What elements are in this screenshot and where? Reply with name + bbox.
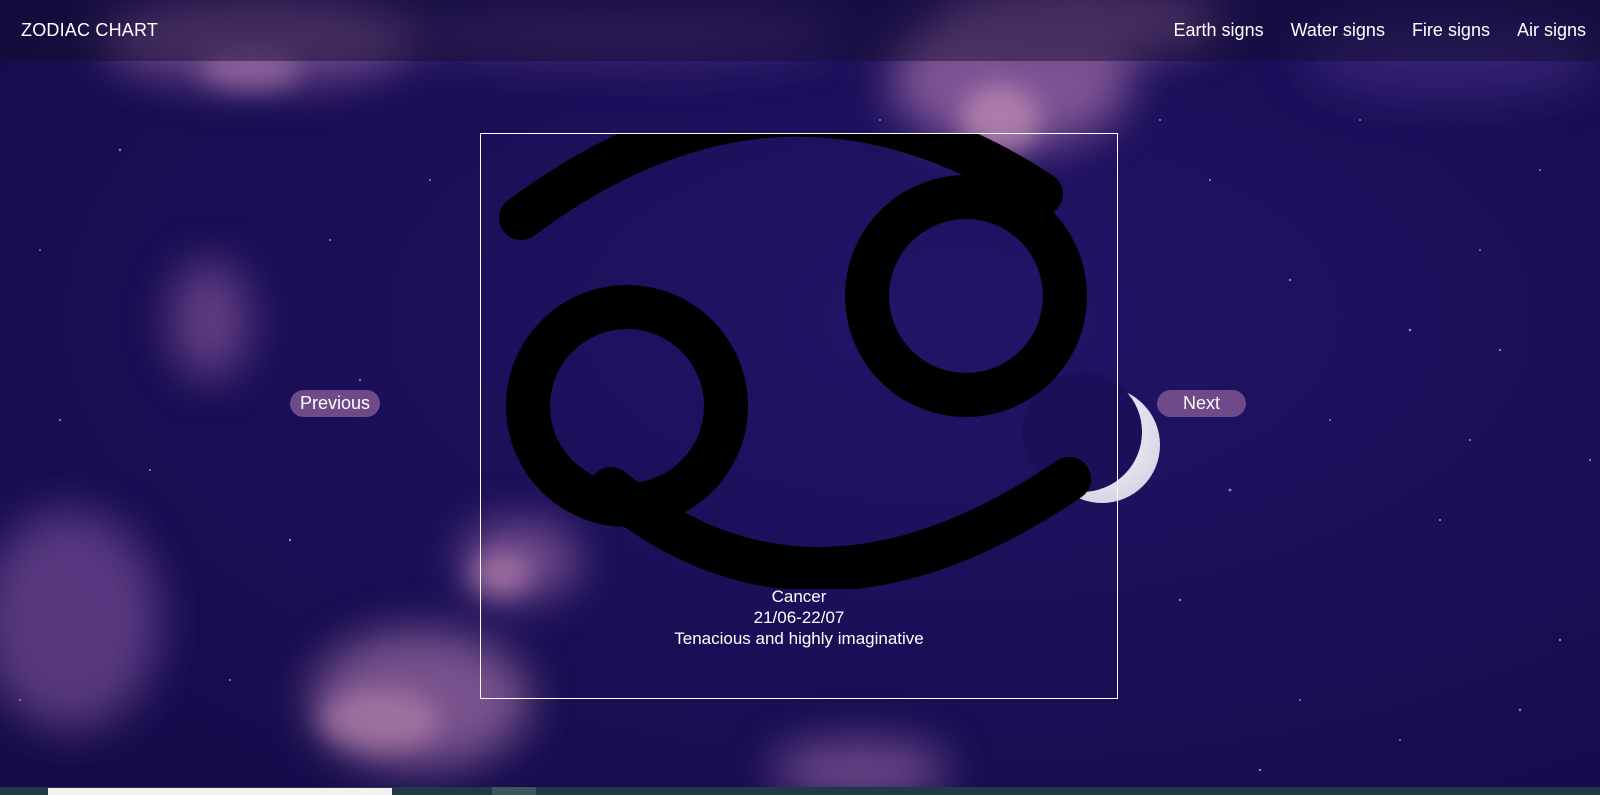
nav-link-air-signs[interactable]: Air signs bbox=[1517, 20, 1586, 41]
sign-category-nav: Earth signs Water signs Fire signs Air s… bbox=[1147, 20, 1586, 41]
sign-dates: 21/06-22/07 bbox=[753, 608, 845, 627]
nav-link-fire-signs[interactable]: Fire signs bbox=[1412, 20, 1490, 41]
cancer-zodiac-icon bbox=[499, 134, 1091, 589]
next-button[interactable]: Next bbox=[1157, 390, 1246, 417]
taskbar-active-app[interactable] bbox=[492, 787, 536, 795]
nav-link-water-signs[interactable]: Water signs bbox=[1291, 20, 1385, 41]
taskbar-search-box[interactable] bbox=[48, 788, 392, 795]
os-taskbar bbox=[0, 787, 1600, 795]
top-navbar: ZODIAC CHART Earth signs Water signs Fir… bbox=[0, 0, 1600, 61]
sign-name: Cancer bbox=[771, 587, 827, 606]
zodiac-card: Cancer 21/06-22/07 Tenacious and highly … bbox=[480, 133, 1118, 699]
sign-info: Cancer 21/06-22/07 Tenacious and highly … bbox=[481, 586, 1117, 649]
sign-trait: Tenacious and highly imaginative bbox=[674, 629, 924, 648]
brand-title[interactable]: ZODIAC CHART bbox=[21, 20, 158, 41]
previous-button[interactable]: Previous bbox=[290, 390, 380, 417]
nav-link-earth-signs[interactable]: Earth signs bbox=[1174, 20, 1264, 41]
